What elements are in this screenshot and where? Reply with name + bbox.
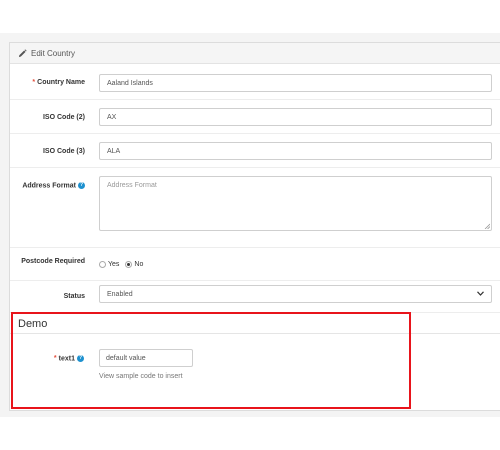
radio-no[interactable]: [125, 261, 133, 268]
resize-handle-icon[interactable]: [484, 223, 491, 230]
iso2-row: ISO Code (2) AX: [10, 100, 500, 134]
status-label: Status: [63, 293, 85, 300]
demo-highlight-box: [11, 312, 411, 409]
country-name-label: * Country Name: [32, 79, 85, 86]
iso3-row: ISO Code (3) ALA: [10, 134, 500, 168]
iso3-input[interactable]: ALA: [99, 142, 492, 160]
iso2-label: ISO Code (2): [42, 114, 85, 121]
status-row: Status Enabled: [10, 281, 500, 313]
postcode-required-row: Postcode Required Yes No: [10, 248, 500, 281]
postcode-required-label: Postcode Required: [21, 258, 85, 265]
address-format-placeholder: Address Format: [107, 182, 157, 189]
pencil-icon: [18, 48, 27, 58]
radio-no-label: No: [134, 261, 144, 268]
question-circle-icon: ?: [78, 182, 85, 189]
country-name-input[interactable]: Aaland Islands: [99, 74, 492, 92]
iso3-label: ISO Code (3): [42, 148, 85, 155]
panel-title: Edit Country: [31, 48, 76, 58]
country-name-row: * Country Name Aaland Islands: [10, 65, 500, 100]
address-format-row: Address Format? Address Format: [10, 168, 500, 248]
chevron-down-icon: [477, 290, 484, 298]
postcode-required-radios: Yes No: [99, 261, 143, 268]
address-format-textarea[interactable]: Address Format: [99, 176, 492, 231]
radio-yes-label: Yes: [108, 261, 120, 268]
address-format-label: Address Format?: [22, 182, 85, 190]
panel-heading: Edit Country: [10, 43, 500, 64]
status-value: Enabled: [107, 290, 133, 298]
iso2-input[interactable]: AX: [99, 108, 492, 126]
radio-yes[interactable]: [99, 261, 106, 268]
status-select[interactable]: Enabled: [99, 285, 492, 303]
